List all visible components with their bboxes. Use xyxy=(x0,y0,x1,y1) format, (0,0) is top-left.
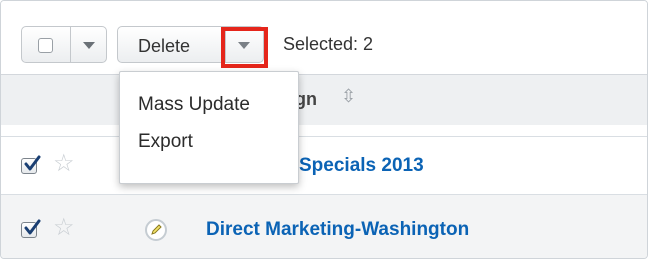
sort-icon[interactable]: ⇳ xyxy=(341,86,356,107)
row-checkbox[interactable] xyxy=(21,219,41,238)
actions-dropdown-menu: Mass Update Export xyxy=(119,71,299,184)
table-header: gn ⇳ xyxy=(1,74,647,125)
star-icon[interactable]: ☆ xyxy=(53,213,75,242)
record-link[interactable]: Specials 2013 xyxy=(299,155,424,177)
menu-item-mass-update[interactable]: Mass Update xyxy=(138,94,250,116)
table-row: ☆ Specials 2013 xyxy=(1,136,647,194)
list-view-panel: Delete Selected: 2 gn ⇳ ☆ Specials 2013 … xyxy=(0,0,648,259)
delete-button[interactable]: Delete xyxy=(138,36,190,57)
highlight-annotation xyxy=(221,27,268,68)
chevron-down-icon[interactable] xyxy=(83,42,95,49)
selected-count: Selected: 2 xyxy=(283,34,374,54)
select-all-dropdown[interactable] xyxy=(21,26,107,63)
pencil-icon[interactable] xyxy=(145,219,167,241)
divider xyxy=(70,27,71,62)
menu-item-export[interactable]: Export xyxy=(138,131,193,153)
star-icon[interactable]: ☆ xyxy=(53,149,75,178)
table-row: ☆ Direct Marketing-Washington xyxy=(1,194,647,258)
select-all-checkbox[interactable] xyxy=(38,38,53,53)
mass-action-toolbar: Delete Selected: 2 xyxy=(1,1,647,73)
row-checkbox[interactable] xyxy=(21,155,41,174)
record-link[interactable]: Direct Marketing-Washington xyxy=(206,219,469,241)
